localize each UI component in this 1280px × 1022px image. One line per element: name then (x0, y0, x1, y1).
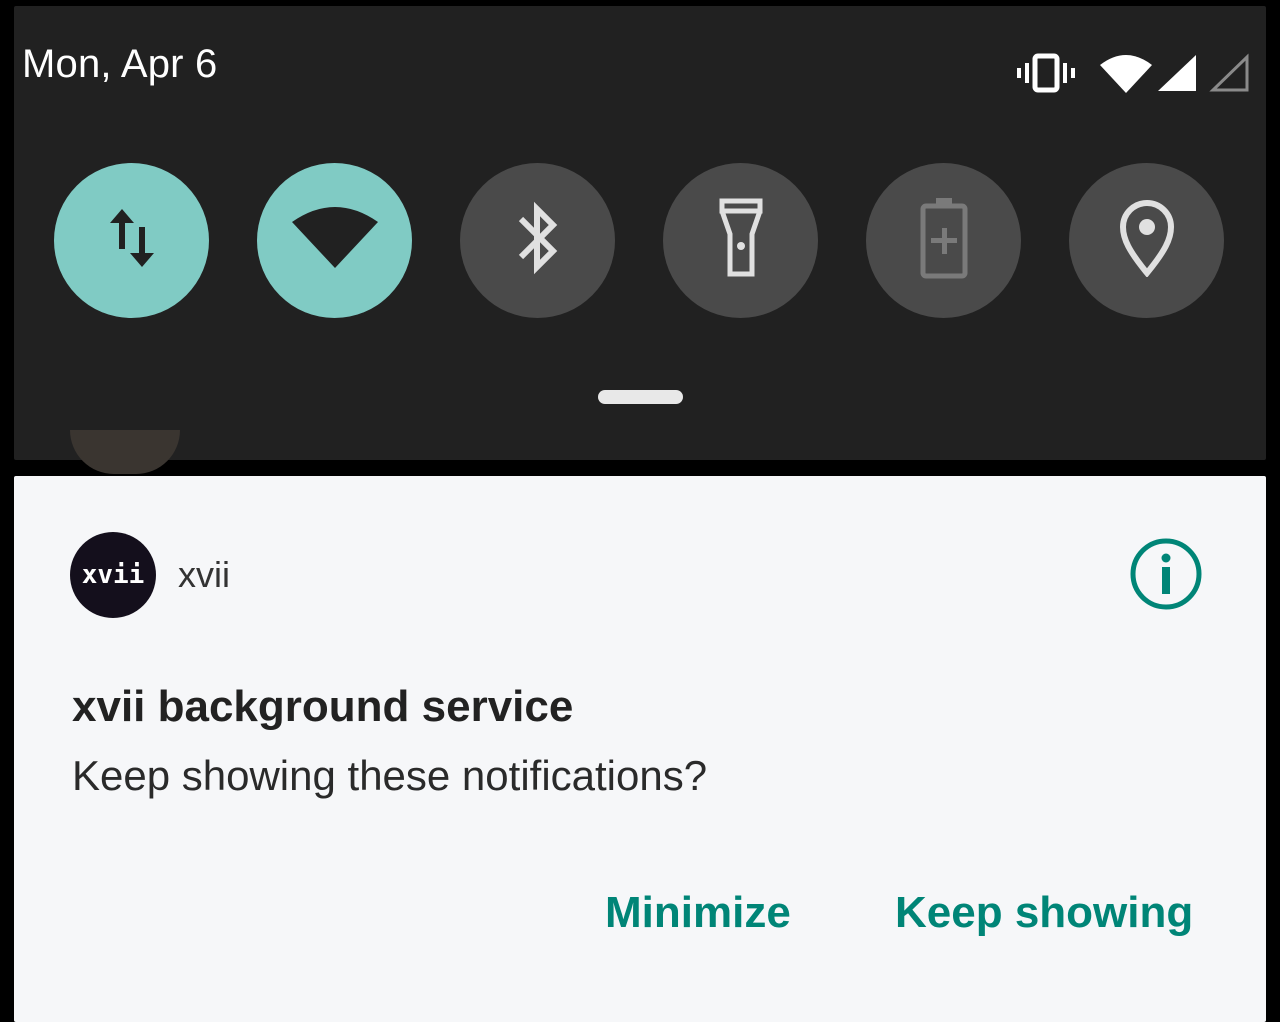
keep-showing-button[interactable]: Keep showing (895, 888, 1193, 938)
data-transfer-icon (100, 203, 164, 278)
expand-handle[interactable] (598, 390, 683, 404)
notification-text: Keep showing these notifications? (72, 752, 708, 799)
tile-wifi[interactable] (257, 163, 412, 318)
cell-signal-empty-icon (1208, 53, 1250, 93)
tile-location[interactable] (1069, 163, 1224, 318)
tile-bluetooth[interactable] (460, 163, 615, 318)
vibrate-icon (1016, 53, 1076, 93)
flashlight-icon (716, 198, 766, 283)
wifi-signal-icon (1098, 53, 1154, 93)
status-icons (1016, 48, 1250, 98)
wifi-icon (290, 206, 380, 275)
tile-battery-saver[interactable] (866, 163, 1021, 318)
bluetooth-icon (513, 193, 563, 288)
notification-card[interactable]: xvii xvii xvii background service Keep s… (14, 476, 1266, 1022)
cell-signal-icon (1156, 53, 1198, 93)
notification-shade: Mon, Apr 6 xvii xvii xvii background ser… (0, 0, 1280, 1022)
quick-settings-tiles (54, 163, 1226, 318)
app-name: xvii (178, 554, 230, 595)
minimize-button[interactable]: Minimize (605, 888, 791, 938)
notification-title: xvii background service (72, 682, 574, 731)
battery-saver-icon (919, 196, 969, 285)
app-icon: xvii (70, 532, 156, 618)
info-icon[interactable] (1128, 536, 1204, 612)
status-date: Mon, Apr 6 (22, 42, 218, 86)
tile-mobile-data[interactable] (54, 163, 209, 318)
location-pin-icon (1119, 199, 1175, 282)
tile-flashlight[interactable] (663, 163, 818, 318)
quick-settings-panel: Mon, Apr 6 (14, 6, 1266, 460)
partial-avatar (70, 430, 180, 474)
